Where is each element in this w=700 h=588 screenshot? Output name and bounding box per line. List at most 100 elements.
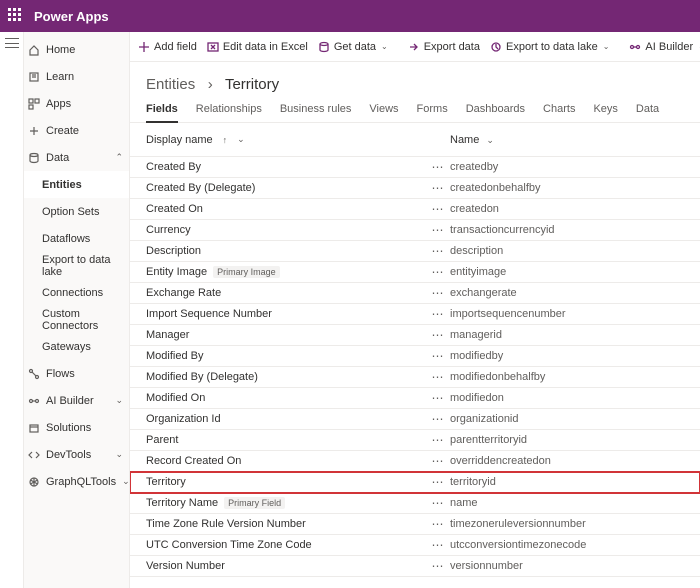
table-row[interactable]: Created On⋯createdon	[130, 199, 700, 220]
sidebar-item-label: Data	[46, 152, 69, 164]
add-field-button[interactable]: Add field	[138, 41, 197, 53]
row-more-icon[interactable]: ⋯	[426, 412, 450, 426]
row-more-icon[interactable]: ⋯	[426, 202, 450, 216]
cell-name: importsequencenumber	[450, 308, 684, 320]
sidebar-item-dataflows[interactable]: Dataflows	[24, 225, 129, 252]
cell-name: overriddencreatedon	[450, 455, 684, 467]
sidebar-item-connections[interactable]: Connections	[24, 279, 129, 306]
export-data-button[interactable]: Export data	[408, 41, 480, 53]
sidebar-item-custom-connectors[interactable]: Custom Connectors	[24, 306, 129, 333]
table-row[interactable]: Import Sequence Number⋯importsequencenum…	[130, 304, 700, 325]
row-more-icon[interactable]: ⋯	[426, 370, 450, 384]
row-more-icon[interactable]: ⋯	[426, 433, 450, 447]
table-row[interactable]: Created By (Delegate)⋯createdonbehalfby	[130, 178, 700, 199]
breadcrumb-sep	[199, 76, 207, 93]
col-header-name[interactable]: Name ⌄	[450, 134, 684, 146]
row-more-icon[interactable]: ⋯	[426, 160, 450, 174]
sidebar-item-entities[interactable]: Entities	[24, 171, 129, 198]
table-row[interactable]: Modified By⋯modifiedby	[130, 346, 700, 367]
table-row[interactable]: Entity ImagePrimary Image⋯entityimage	[130, 262, 700, 283]
table-row[interactable]: Territory⋯territoryid	[130, 472, 700, 493]
table-row[interactable]: Description⋯description	[130, 241, 700, 262]
sidebar-item-apps[interactable]: Apps	[24, 90, 129, 117]
export-lake-button[interactable]: Export to data lake ⌄	[490, 41, 609, 53]
sidebar-item-label: Export to data lake	[42, 254, 123, 278]
table-row[interactable]: Time Zone Rule Version Number⋯timezoneru…	[130, 514, 700, 535]
row-more-icon[interactable]: ⋯	[426, 181, 450, 195]
table-row[interactable]: Record Created On⋯overriddencreatedon	[130, 451, 700, 472]
sidebar-item-gateways[interactable]: Gateways	[24, 333, 129, 360]
row-more-icon[interactable]: ⋯	[426, 265, 450, 279]
tab-charts[interactable]: Charts	[543, 103, 575, 122]
table-row[interactable]: Version Number⋯versionnumber	[130, 556, 700, 577]
table-row[interactable]: Exchange Rate⋯exchangerate	[130, 283, 700, 304]
sidebar-item-ai-builder[interactable]: AI Builder⌄	[24, 387, 129, 414]
cell-name: exchangerate	[450, 287, 684, 299]
row-more-icon[interactable]: ⋯	[426, 475, 450, 489]
table-row[interactable]: Modified On⋯modifiedon	[130, 388, 700, 409]
tab-business-rules[interactable]: Business rules	[280, 103, 352, 122]
get-data-button[interactable]: Get data ⌄	[318, 41, 388, 53]
table-row[interactable]: UTC Conversion Time Zone Code⋯utcconvers…	[130, 535, 700, 556]
table-row[interactable]: Modified By (Delegate)⋯modifiedonbehalfb…	[130, 367, 700, 388]
tab-dashboards[interactable]: Dashboards	[466, 103, 525, 122]
row-more-icon[interactable]: ⋯	[426, 517, 450, 531]
sidebar-item-export-to-data-lake[interactable]: Export to data lake	[24, 252, 129, 279]
ai-builder-button[interactable]: AI Builder ⌄	[629, 41, 700, 53]
table-row[interactable]: Organization Id⋯organizationid	[130, 409, 700, 430]
sidebar-item-data[interactable]: Data⌃	[24, 144, 129, 171]
table-row[interactable]: Currency⋯transactioncurrencyid	[130, 220, 700, 241]
cell-display-name: Currency	[146, 224, 426, 236]
tab-data[interactable]: Data	[636, 103, 659, 122]
cell-display-name: Entity ImagePrimary Image	[146, 266, 426, 278]
row-more-icon[interactable]: ⋯	[426, 538, 450, 552]
edit-excel-button[interactable]: Edit data in Excel	[207, 41, 308, 53]
row-more-icon[interactable]: ⋯	[426, 391, 450, 405]
row-more-icon[interactable]: ⋯	[426, 223, 450, 237]
sidebar-item-flows[interactable]: Flows	[24, 360, 129, 387]
col-header-display[interactable]: Display name ↑ ⌄	[146, 134, 426, 146]
hamburger-icon[interactable]	[5, 38, 19, 48]
sidebar-item-graphqltools[interactable]: GraphQLTools⌄	[24, 468, 129, 495]
collapse-rail	[0, 32, 24, 588]
tab-views[interactable]: Views	[369, 103, 398, 122]
tab-forms[interactable]: Forms	[417, 103, 448, 122]
command-bar: Add field Edit data in Excel Get data ⌄ …	[130, 32, 700, 62]
row-more-icon[interactable]: ⋯	[426, 496, 450, 510]
row-more-icon[interactable]: ⋯	[426, 286, 450, 300]
table-row[interactable]: Territory NamePrimary Field⋯name	[130, 493, 700, 514]
table-row[interactable]: Created By⋯createdby	[130, 157, 700, 178]
table-row[interactable]: Manager⋯managerid	[130, 325, 700, 346]
sidebar-item-solutions[interactable]: Solutions	[24, 414, 129, 441]
home-icon	[28, 44, 40, 56]
cell-name: managerid	[450, 329, 684, 341]
row-more-icon[interactable]: ⋯	[426, 328, 450, 342]
tab-fields[interactable]: Fields	[146, 103, 178, 123]
cell-name: entityimage	[450, 266, 684, 278]
sidebar-item-learn[interactable]: Learn	[24, 63, 129, 90]
sidebar-item-create[interactable]: Create	[24, 117, 129, 144]
row-more-icon[interactable]: ⋯	[426, 349, 450, 363]
cell-name: createdonbehalfby	[450, 182, 684, 194]
waffle-icon[interactable]	[8, 8, 24, 24]
breadcrumb-root[interactable]: Entities	[146, 76, 195, 93]
row-more-icon[interactable]: ⋯	[426, 454, 450, 468]
plus-icon	[28, 125, 40, 137]
sidebar-item-devtools[interactable]: DevTools⌄	[24, 441, 129, 468]
sidebar-item-option-sets[interactable]: Option Sets	[24, 198, 129, 225]
tab-keys[interactable]: Keys	[593, 103, 617, 122]
cell-display-name: Created On	[146, 203, 426, 215]
lake-icon	[490, 41, 502, 53]
chevron-down-icon: ⌄	[122, 476, 130, 487]
row-more-icon[interactable]: ⋯	[426, 244, 450, 258]
cell-display-name: Time Zone Rule Version Number	[146, 518, 426, 530]
entity-tabs: Fields Relationships Business rules Views Fo…	[130, 97, 700, 123]
row-more-icon[interactable]: ⋯	[426, 307, 450, 321]
tab-relationships[interactable]: Relationships	[196, 103, 262, 122]
cell-name: territoryid	[450, 476, 684, 488]
row-more-icon[interactable]: ⋯	[426, 559, 450, 573]
chevron-down-icon: ⌄	[115, 449, 123, 460]
table-row[interactable]: Parent⋯parentterritoryid	[130, 430, 700, 451]
cell-name: description	[450, 245, 684, 257]
sidebar-item-home[interactable]: Home	[24, 36, 129, 63]
